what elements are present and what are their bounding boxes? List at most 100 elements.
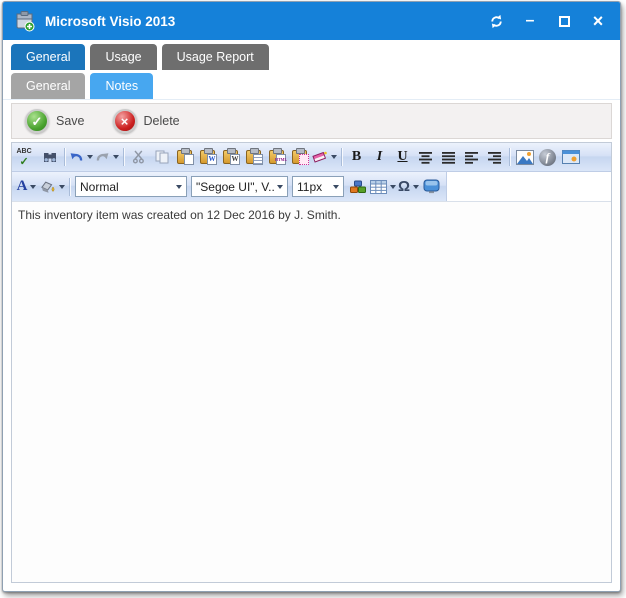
font-family-select[interactable]: "Segoe UI", V... [191, 176, 288, 197]
media-window-icon [562, 150, 580, 164]
tab-usage-report[interactable]: Usage Report [162, 44, 269, 70]
subtab-general[interactable]: General [11, 73, 85, 99]
app-icon [15, 10, 35, 32]
subtab-notes[interactable]: Notes [90, 73, 153, 99]
format-stripper-icon [312, 150, 328, 164]
undo-icon [69, 151, 84, 164]
notes-content-area[interactable]: This inventory item was created on 12 De… [12, 202, 611, 582]
refresh-icon [488, 13, 505, 30]
editor-toolbar-row2: A Normal [12, 172, 447, 201]
paste-from-word-button[interactable]: W [196, 146, 219, 168]
justify-button[interactable] [437, 146, 460, 168]
window-title: Microsoft Visio 2013 [45, 14, 482, 29]
omega-icon: Ω [398, 179, 410, 194]
cut-button[interactable] [127, 146, 150, 168]
spellcheck-button[interactable]: ABC ✓ [15, 146, 38, 168]
redo-dropdown-arrow [113, 155, 119, 159]
delete-label: Delete [144, 114, 180, 128]
separator [123, 148, 124, 166]
app-window: Microsoft Visio 2013 – × General Usage U… [2, 1, 621, 592]
bold-icon: B [352, 149, 361, 165]
maximize-icon [559, 16, 570, 27]
paste-as-html-button[interactable]: HTML [265, 146, 288, 168]
media-screen-button[interactable] [420, 176, 443, 198]
table-icon [370, 180, 387, 194]
command-bar: ✓ Save × Delete [11, 103, 612, 139]
insert-flash-button[interactable]: f [536, 146, 559, 168]
underline-button[interactable]: U [391, 146, 414, 168]
paste-button[interactable] [173, 146, 196, 168]
image-icon [516, 150, 534, 165]
find-button[interactable] [38, 146, 61, 168]
delete-x-icon: × [113, 109, 137, 133]
insert-table-button[interactable] [369, 176, 397, 198]
close-button[interactable]: × [584, 8, 612, 34]
delete-button[interactable]: × Delete [113, 109, 180, 133]
paint-bucket-icon [39, 180, 56, 194]
primary-tab-strip: General Usage Usage Report [3, 40, 620, 70]
table-dropdown-arrow [390, 185, 396, 189]
module-manager-button[interactable] [346, 176, 369, 198]
redo-button[interactable] [94, 146, 120, 168]
paste-plain-text-icon [246, 150, 261, 164]
save-button[interactable]: ✓ Save [25, 109, 85, 133]
align-center-icon [418, 151, 433, 164]
insert-symbol-button[interactable]: Ω [397, 176, 420, 198]
insert-image-button[interactable] [513, 146, 536, 168]
scissors-icon [132, 150, 145, 164]
font-size-select[interactable]: 11px [292, 176, 344, 197]
paste-html-button[interactable] [288, 146, 311, 168]
save-check-icon: ✓ [25, 109, 49, 133]
align-right-icon [487, 151, 502, 164]
copy-button[interactable] [150, 146, 173, 168]
title-bar: Microsoft Visio 2013 – × [3, 2, 620, 40]
paste-from-word-nostyles-button[interactable]: W [219, 146, 242, 168]
insert-media-button[interactable] [559, 146, 582, 168]
justify-icon [441, 151, 456, 164]
redo-icon [95, 151, 110, 164]
tab-usage[interactable]: Usage [90, 44, 156, 70]
align-right-button[interactable] [483, 146, 506, 168]
paste-icon [177, 150, 192, 164]
background-color-button[interactable] [38, 176, 66, 198]
blocks-icon [349, 180, 367, 194]
paste-html-icon [292, 150, 307, 164]
font-size-dropdown-arrow [333, 185, 339, 189]
font-color-button[interactable]: A [15, 176, 38, 198]
symbol-dropdown-arrow [413, 185, 419, 189]
refresh-button[interactable] [482, 8, 510, 34]
paragraph-style-select[interactable]: Normal [75, 176, 187, 197]
paste-as-html-icon: HTML [269, 150, 284, 164]
font-family-dropdown-arrow [277, 185, 283, 189]
flash-icon: f [539, 149, 556, 166]
binoculars-icon [42, 150, 58, 164]
separator [69, 178, 70, 196]
save-label: Save [56, 114, 85, 128]
align-center-button[interactable] [414, 146, 437, 168]
font-color-dropdown-arrow [30, 185, 36, 189]
separator [341, 148, 342, 166]
underline-icon: U [397, 149, 407, 165]
rich-text-editor: ABC ✓ [11, 142, 612, 583]
format-stripper-button[interactable] [311, 146, 338, 168]
undo-button[interactable] [68, 146, 94, 168]
tab-general[interactable]: General [11, 44, 85, 70]
background-color-dropdown-arrow [59, 185, 65, 189]
separator [64, 148, 65, 166]
paste-from-word-nostyles-icon: W [223, 150, 238, 164]
paste-from-word-icon: W [200, 150, 215, 164]
window-controls: – × [482, 8, 612, 34]
copy-icon [155, 150, 169, 164]
screen-icon [423, 179, 440, 194]
editor-toolbar-row2-wrap: A Normal [12, 172, 611, 202]
editor-toolbar-row1: ABC ✓ [12, 143, 611, 172]
bold-button[interactable]: B [345, 146, 368, 168]
paste-plain-text-button[interactable] [242, 146, 265, 168]
italic-button[interactable]: I [368, 146, 391, 168]
align-left-button[interactable] [460, 146, 483, 168]
notes-text: This inventory item was created on 12 De… [18, 208, 341, 222]
minimize-button[interactable]: – [516, 8, 544, 34]
maximize-button[interactable] [550, 8, 578, 34]
separator [509, 148, 510, 166]
align-left-icon [464, 151, 479, 164]
